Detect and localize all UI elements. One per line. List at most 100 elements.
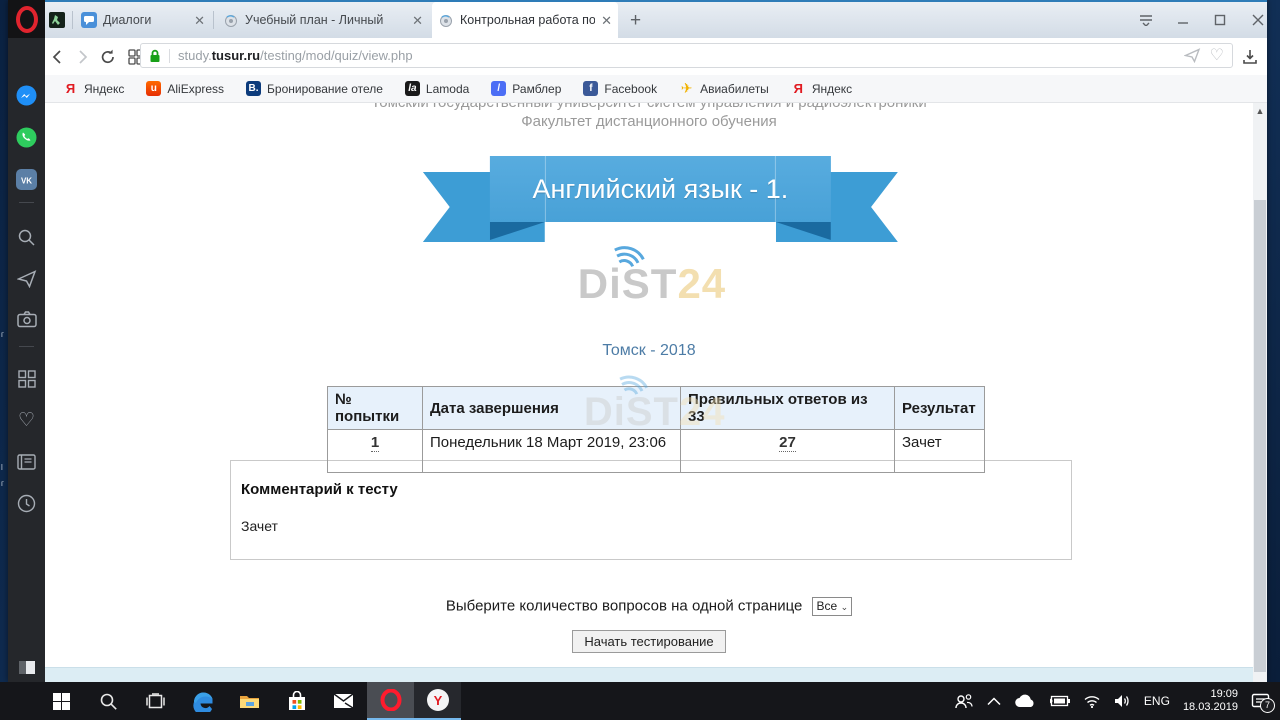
search-icon — [99, 692, 118, 711]
close-button[interactable] — [1250, 12, 1266, 28]
whatsapp-icon[interactable] — [16, 127, 37, 148]
start-button[interactable] — [38, 682, 85, 720]
tab-dialogs[interactable]: Диалоги ✕ — [75, 2, 211, 38]
vertical-scrollbar[interactable]: ▲ — [1253, 103, 1267, 682]
bookmark-rambler[interactable]: /Рамблер — [491, 81, 561, 96]
navigation-bar: study.tusur.ru/testing/mod/quiz/view.php… — [45, 38, 1267, 76]
comment-body: Зачет — [241, 518, 278, 534]
course-title: Английский язык - 1. — [490, 156, 831, 222]
city-year: Томск - 2018 — [45, 342, 1253, 360]
new-tab-button[interactable]: + — [630, 10, 641, 32]
edge-icon — [192, 690, 214, 712]
tusur-favicon-icon — [438, 12, 454, 28]
correct-answers-link[interactable]: 27 — [779, 434, 796, 452]
address-bar[interactable]: study.tusur.ru/testing/mod/quiz/view.php… — [140, 43, 1233, 68]
snapshot-camera-icon[interactable] — [16, 309, 37, 330]
start-test-button[interactable]: Начать тестирование — [572, 630, 725, 653]
svg-text:VK: VK — [21, 177, 32, 186]
bookmark-avia[interactable]: ✈Авиабилеты — [679, 81, 769, 96]
clock[interactable]: 19:09 18.03.2019 — [1183, 688, 1238, 714]
search-icon[interactable] — [16, 227, 37, 248]
tab-test-active[interactable]: Контрольная работа по д ✕ — [432, 2, 618, 38]
chat-favicon-icon — [81, 12, 97, 28]
forward-button[interactable] — [71, 46, 93, 68]
personal-news-icon[interactable] — [16, 451, 37, 472]
people-icon[interactable] — [954, 693, 974, 709]
bookmarks-heart-icon[interactable]: ♡ — [16, 410, 37, 431]
yandex-icon: Я — [791, 81, 806, 96]
booking-icon: B. — [246, 81, 261, 96]
opera-menu-button[interactable] — [8, 0, 45, 38]
bookmark-aliexpress[interactable]: uAliExpress — [146, 81, 224, 96]
per-page-select[interactable]: Все ⌄ — [812, 597, 853, 616]
store-button[interactable] — [273, 682, 320, 720]
history-clock-icon[interactable] — [16, 493, 37, 514]
downloads-icon[interactable] — [1239, 46, 1261, 68]
rambler-icon: / — [491, 81, 506, 96]
mail-button[interactable] — [320, 682, 367, 720]
yandex-browser-button[interactable]: Y — [414, 682, 461, 720]
tab-close-icon[interactable]: ✕ — [194, 14, 205, 27]
sidebar-divider — [19, 346, 34, 347]
my-flow-icon[interactable] — [16, 268, 37, 289]
tab-study-plan[interactable]: Учебный план - Личный ✕ — [217, 2, 429, 38]
tusur-favicon-icon — [223, 12, 239, 28]
send-to-flow-icon[interactable] — [1184, 48, 1201, 63]
bookmark-lamoda[interactable]: laLamoda — [405, 81, 469, 96]
tray-time: 19:09 — [1183, 688, 1238, 701]
tab-close-icon[interactable]: ✕ — [601, 14, 612, 27]
per-page-label: Выберите количество вопросов на одной ст… — [446, 597, 803, 614]
faculty-name: Факультет дистанционного обучения — [45, 113, 1253, 130]
wifi-icon[interactable] — [1083, 695, 1101, 708]
volume-icon[interactable] — [1114, 694, 1131, 708]
svg-text:Y: Y — [433, 693, 442, 708]
bookmark-yandex[interactable]: ЯЯндекс — [63, 81, 124, 96]
completed-cell: Понедельник 18 Март 2019, 23:06 — [423, 430, 681, 473]
language-indicator[interactable]: ENG — [1144, 694, 1170, 708]
battery-icon[interactable] — [1049, 695, 1070, 707]
tab-close-icon[interactable]: ✕ — [412, 14, 423, 27]
task-view-icon — [146, 693, 165, 710]
file-explorer-button[interactable] — [226, 682, 273, 720]
maximize-button[interactable] — [1212, 12, 1228, 28]
taskbar-search-button[interactable] — [85, 682, 132, 720]
bookmark-yandex-2[interactable]: ЯЯндекс — [791, 81, 852, 96]
correct-cell: 27 — [681, 430, 895, 473]
back-button[interactable] — [47, 46, 69, 68]
col-correct: Правильных ответов из 33 — [681, 387, 895, 430]
start-button-row: Начать тестирование — [45, 630, 1253, 653]
minimize-button[interactable] — [1175, 12, 1191, 28]
sidebar-setup-icon[interactable] — [16, 657, 37, 678]
bookmarks-bar: ЯЯндекс uAliExpress B.Бронирование отеле… — [45, 75, 1267, 103]
sidebar-divider — [19, 202, 34, 203]
scrollbar-thumb[interactable] — [1254, 200, 1266, 672]
messenger-icon[interactable] — [16, 85, 37, 106]
dist24-logo: DiST24 — [578, 260, 726, 308]
opera-icon — [380, 689, 402, 711]
aliexpress-icon: u — [146, 81, 161, 96]
facebook-icon: f — [583, 81, 598, 96]
bookmark-heart-icon[interactable]: ♡ — [1210, 49, 1224, 63]
col-attempt: № попытки — [328, 387, 423, 430]
speed-dial-grid-icon[interactable] — [16, 368, 37, 389]
bookmark-booking[interactable]: B.Бронирование отеле — [246, 81, 383, 96]
pinned-tab[interactable] — [49, 12, 65, 33]
bookmark-facebook[interactable]: fFacebook — [583, 81, 657, 96]
folder-icon — [239, 693, 260, 710]
comment-title: Комментарий к тесту — [241, 481, 398, 498]
action-center-icon[interactable]: 7 — [1251, 693, 1270, 710]
edge-button[interactable] — [179, 682, 226, 720]
chevron-down-icon: ⌄ — [841, 602, 849, 612]
scrollbar-up-icon[interactable]: ▲ — [1253, 106, 1267, 116]
opera-taskbar-button[interactable] — [367, 682, 414, 720]
tab-menu-icon[interactable] — [1138, 12, 1154, 28]
reload-button[interactable] — [97, 46, 119, 68]
attempts-header-row: № попытки Дата завершения Правильных отв… — [328, 387, 985, 430]
windows-logo-icon — [53, 693, 70, 710]
onedrive-cloud-icon[interactable] — [1014, 694, 1036, 708]
taskbar-left-pad — [0, 682, 38, 720]
vk-icon[interactable]: VK — [16, 169, 37, 190]
attempt-number-link[interactable]: 1 — [371, 434, 379, 452]
task-view-button[interactable] — [132, 682, 179, 720]
chevron-up-icon[interactable] — [987, 697, 1001, 706]
